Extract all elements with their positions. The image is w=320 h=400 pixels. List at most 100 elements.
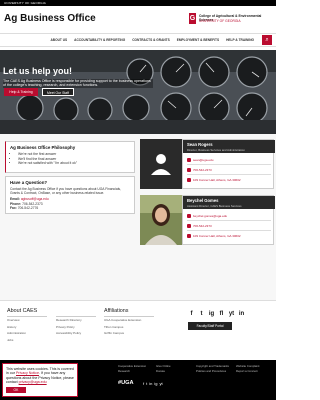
- nav-accountability[interactable]: ACCOUNTABILITY & REPORTING: [74, 38, 125, 42]
- footer-link[interactable]: Privacy Policy: [56, 324, 96, 331]
- divider: [187, 230, 271, 231]
- instagram-icon[interactable]: ig: [208, 311, 215, 318]
- staff-portrait-image: [140, 195, 182, 245]
- staff-address[interactable]: 109 Conner Hall, Athens, GA 30602: [187, 176, 241, 183]
- staff-details: Beychel Gomes Assistant Director, CAES B…: [182, 195, 275, 245]
- footer-link[interactable]: UGA Cooperative Extension: [104, 317, 154, 324]
- philosophy-card: Ag Business Office Philosophy We're not …: [5, 141, 135, 173]
- main-nav: ABOUT US ACCOUNTABILITY & REPORTING CONT…: [0, 33, 276, 47]
- linkedin-icon[interactable]: in: [238, 311, 245, 318]
- youtube-icon[interactable]: yt: [160, 381, 163, 386]
- staff-email-text[interactable]: sean@uga.edu: [193, 158, 213, 162]
- footer-link[interactable]: Griffin Campus: [104, 330, 154, 337]
- nav-about-us[interactable]: ABOUT US: [50, 38, 67, 42]
- footer-link[interactable]: Accessibility Policy: [56, 330, 96, 337]
- staff-card: Beychel Gomes Assistant Director, CAES B…: [140, 195, 275, 245]
- nav-contracts[interactable]: CONTRACTS & GRANTS: [132, 38, 170, 42]
- uga-hashtag[interactable]: #UGA: [118, 380, 134, 386]
- footer-link[interactable]: Administration: [7, 330, 47, 337]
- staff-header: Beychel Gomes Assistant Director, CAES B…: [183, 196, 275, 209]
- staff-phone[interactable]: 706-542-2373: [187, 222, 212, 229]
- staff-email[interactable]: beychel.gomes@uga.edu: [187, 212, 227, 219]
- list-item: We're not satisfied with "I'm about it o…: [18, 161, 130, 166]
- fax-label: Fax:: [10, 205, 17, 210]
- uni-links-col-3: Copyright and Trademarks Policies and Pr…: [196, 364, 229, 374]
- footer-link[interactable]: Tifton Campus: [104, 324, 154, 331]
- phone-icon: [187, 167, 191, 172]
- youtube-icon[interactable]: yt: [228, 311, 235, 318]
- staff-details: Sean Rogers Director, Business Services …: [182, 139, 275, 189]
- uni-links-col-2: Give Online Donate: [156, 364, 171, 374]
- phone-icon: [187, 223, 191, 228]
- bottom-social-links: f t in ig yt: [143, 381, 163, 386]
- footer-link[interactable]: Report a Concern: [236, 369, 259, 374]
- uni-links-col-4: Website Complaint Report a Concern: [236, 364, 259, 374]
- privacy-notice-link[interactable]: Privacy Notice: [16, 371, 39, 375]
- question-card: Have a Question? Contact the Ag Business…: [5, 176, 135, 214]
- logo-line-2: UNIVERSITY OF GEORGIA: [199, 19, 241, 23]
- affiliations-heading: Affiliations: [104, 308, 129, 314]
- staff-header: Sean Rogers Director, Business Services …: [183, 140, 275, 153]
- facebook-icon[interactable]: f: [188, 311, 195, 318]
- cookie-text: This website uses cookies. This is cover…: [6, 367, 74, 385]
- divider: [187, 174, 271, 175]
- divider: [187, 164, 271, 165]
- site-title[interactable]: Ag Business Office: [4, 13, 96, 24]
- staff-email-text[interactable]: beychel.gomes@uga.edu: [193, 214, 227, 218]
- staff-photo: [140, 195, 182, 245]
- staff-address-text[interactable]: 109 Conner Hall, Athens, GA 30602: [193, 178, 241, 182]
- user-icon: [151, 154, 171, 175]
- affiliation-links: UGA Cooperative Extension Tifton Campus …: [104, 316, 154, 337]
- location-icon: [187, 233, 191, 238]
- staff-email[interactable]: sean@uga.edu: [187, 156, 213, 163]
- about-links-col-2: Research Directory Privacy Policy Access…: [56, 316, 96, 337]
- flickr-icon[interactable]: fl: [218, 311, 225, 318]
- location-icon: [187, 177, 191, 182]
- staff-photo-placeholder: [140, 139, 182, 189]
- staff-phone-text[interactable]: 706-542-2373: [193, 168, 212, 172]
- staff-phone-text[interactable]: 706-542-2373: [193, 224, 212, 228]
- email-icon: [187, 213, 191, 218]
- philosophy-list: We're not the first answer We'll find th…: [10, 152, 130, 166]
- instagram-icon[interactable]: ig: [154, 381, 157, 386]
- help-training-button[interactable]: Help & Training: [4, 88, 38, 96]
- staff-name: Sean Rogers: [187, 142, 213, 147]
- about-links-col-1: Overview History Administration Jobs: [7, 316, 47, 343]
- uga-logo-icon: G: [189, 13, 196, 24]
- about-caes-heading: About CAES: [7, 308, 38, 314]
- linkedin-icon[interactable]: in: [149, 381, 152, 386]
- twitter-icon[interactable]: t: [198, 311, 205, 318]
- footer-link[interactable]: Donate: [156, 369, 171, 374]
- fax-value: 706-542-2776: [17, 205, 39, 210]
- footer-link[interactable]: History: [7, 324, 47, 331]
- faculty-staff-portal-button[interactable]: Faculty/Staff Portal: [188, 322, 232, 330]
- question-text: Contact the Ag Business Office if you ha…: [10, 187, 121, 196]
- search-icon[interactable]: ⌕: [262, 35, 272, 45]
- meet-staff-button[interactable]: Meet Our Staff: [42, 88, 74, 96]
- nav-help-training[interactable]: HELP & TRAINING: [226, 38, 254, 42]
- staff-address-text[interactable]: 109 Conner Hall, Athens, GA 30602: [193, 234, 241, 238]
- footer-link[interactable]: Jobs: [7, 337, 47, 344]
- hero-heading: Let us help you!: [3, 66, 73, 76]
- top-bar-label[interactable]: UNIVERSITY OF GEORGIA: [4, 1, 46, 5]
- footer-link[interactable]: Policies and Procedures: [196, 369, 229, 374]
- staff-name: Beychel Gomes: [187, 198, 219, 203]
- twitter-icon[interactable]: t: [146, 381, 147, 386]
- privacy-contact-link[interactable]: privacy@uga.edu: [19, 380, 47, 384]
- staff-role: Assistant Director, CAES Business Servic…: [187, 204, 242, 208]
- cookie-ok-button[interactable]: OK: [6, 387, 26, 393]
- hero-copy: Let us help you! The CAES Ag Business Of…: [3, 66, 153, 88]
- staff-card: Sean Rogers Director, Business Services …: [140, 139, 275, 189]
- staff-phone[interactable]: 706-542-2373: [187, 166, 212, 173]
- facebook-icon[interactable]: f: [143, 381, 144, 386]
- nav-employment[interactable]: EMPLOYMENT & BENEFITS: [177, 38, 219, 42]
- social-links: f t ig fl yt in: [188, 311, 245, 318]
- staff-role: Director, Business Services and Administ…: [187, 148, 245, 152]
- divider: [187, 220, 271, 221]
- footer-link[interactable]: Research: [118, 369, 146, 374]
- footer-link[interactable]: Research Directory: [56, 317, 96, 324]
- philosophy-title: Ag Business Office Philosophy: [10, 145, 76, 150]
- staff-address[interactable]: 109 Conner Hall, Athens, GA 30602: [187, 232, 241, 239]
- footer-link[interactable]: Overview: [7, 317, 47, 324]
- question-title: Have a Question?: [10, 180, 48, 185]
